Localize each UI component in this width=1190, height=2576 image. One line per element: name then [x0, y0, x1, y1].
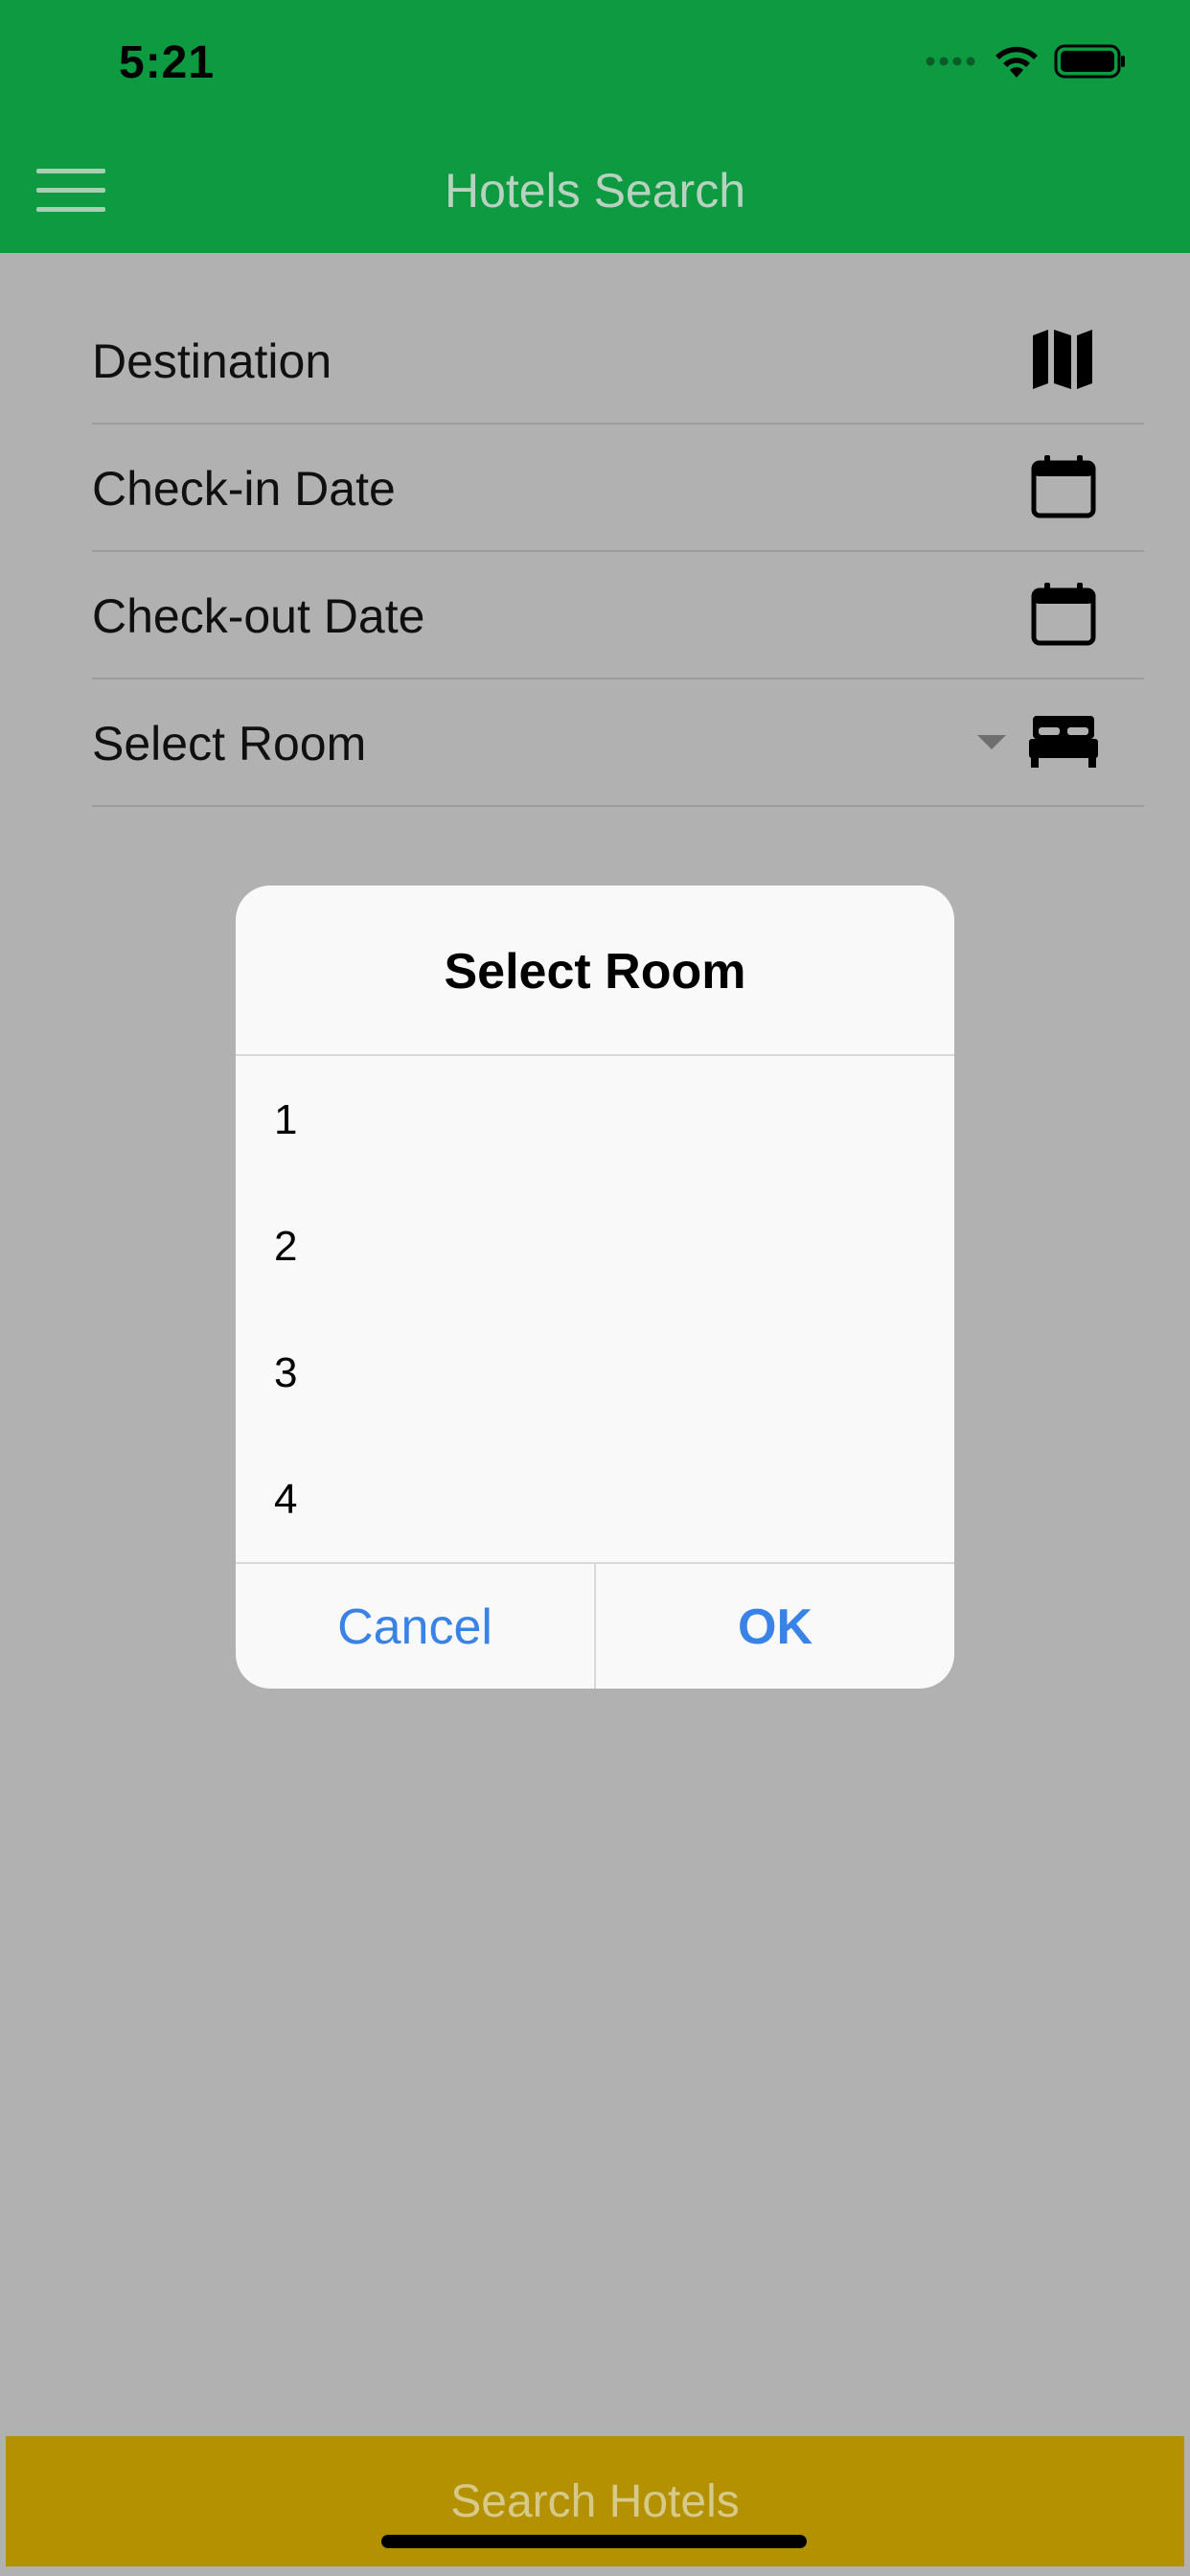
app-header: 5:21 Hotels Search	[0, 0, 1190, 253]
map-icon	[1033, 330, 1092, 389]
select-room-label: Select Room	[92, 717, 367, 770]
check-out-date-field[interactable]: Check-out Date	[92, 552, 1144, 679]
search-form: Destination Check-in Date Check-out Date…	[92, 297, 1144, 807]
check-in-date-field[interactable]: Check-in Date	[92, 425, 1144, 552]
check-out-date-label: Check-out Date	[92, 589, 425, 643]
bed-icon	[1029, 716, 1098, 768]
option-label: 1	[274, 1096, 298, 1143]
select-room-dialog: Select Room 1 2 3 4 Cancel OK	[236, 886, 954, 1689]
ok-button[interactable]: OK	[594, 1564, 954, 1689]
search-hotels-label: Search Hotels	[450, 2475, 740, 2527]
option-label: 4	[274, 1476, 298, 1523]
destination-label: Destination	[92, 334, 332, 388]
destination-field[interactable]: Destination	[92, 297, 1144, 425]
room-option-4[interactable]: 4	[236, 1436, 954, 1562]
dialog-title: Select Room	[444, 944, 746, 1000]
room-option-list: 1 2 3 4	[236, 1056, 954, 1562]
home-indicator	[381, 2535, 807, 2548]
room-option-2[interactable]: 2	[236, 1183, 954, 1309]
page-title: Hotels Search	[444, 164, 746, 218]
room-option-1[interactable]: 1	[236, 1056, 954, 1183]
check-in-date-label: Check-in Date	[92, 462, 396, 516]
status-icons	[926, 42, 1127, 80]
chevron-down-icon[interactable]	[977, 735, 1006, 749]
status-time: 5:21	[119, 37, 216, 88]
signal-dots-icon	[926, 57, 975, 66]
wifi-icon	[995, 46, 1038, 78]
calendar-icon	[1031, 455, 1096, 518]
dialog-actions: Cancel OK	[236, 1562, 954, 1689]
battery-icon	[1054, 44, 1125, 79]
room-option-3[interactable]: 3	[236, 1309, 954, 1436]
option-label: 3	[274, 1349, 298, 1396]
calendar-icon	[1031, 583, 1096, 646]
option-label: 2	[274, 1223, 298, 1270]
select-room-field[interactable]: Select Room	[92, 679, 1144, 807]
cancel-button[interactable]: Cancel	[236, 1564, 594, 1689]
